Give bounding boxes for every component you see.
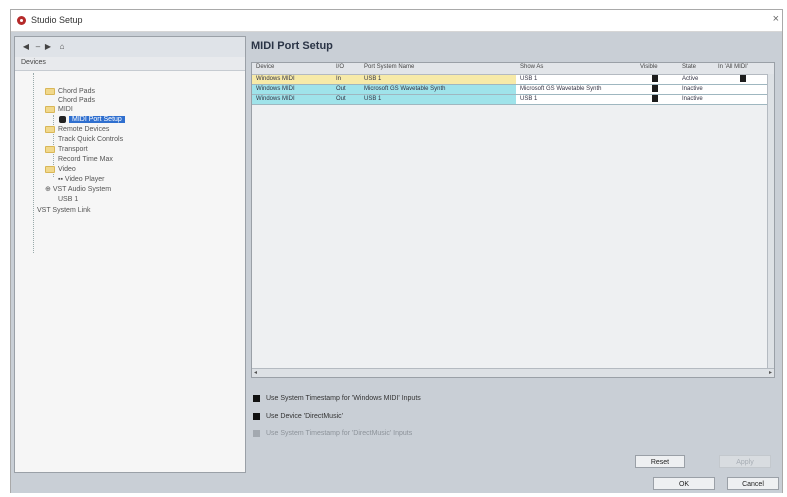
show-as-field[interactable]: Microsoft GS Wavetable Synth xyxy=(520,85,601,94)
table-row[interactable]: Windows MIDI Out USB 1 USB 1 Inactive xyxy=(252,95,774,105)
video-icon: ▪▪ xyxy=(58,176,65,183)
tree-item-vst-audio-system[interactable]: ⊕ VST Audio System xyxy=(45,185,111,195)
home-icon[interactable]: ⌂ xyxy=(55,42,69,52)
folder-icon xyxy=(45,145,55,153)
checkbox[interactable] xyxy=(253,412,260,420)
column-header-visible[interactable]: Visible xyxy=(640,64,658,70)
tree-item-track-quick-controls[interactable]: Track Quick Controls xyxy=(58,135,123,145)
folder-icon xyxy=(45,125,55,133)
audio-system-icon: ⊕ xyxy=(45,186,53,193)
row-editable-cells xyxy=(516,75,772,84)
horizontal-scrollbar[interactable]: ◂ ▸ xyxy=(252,368,774,377)
column-header-state[interactable]: State xyxy=(682,64,696,70)
tree-item-vst-system-link[interactable]: VST System Link xyxy=(37,206,91,216)
column-header-device[interactable]: Device xyxy=(256,64,274,70)
reset-button[interactable]: Reset xyxy=(635,455,685,468)
option-use-device-directmusic[interactable]: Use Device 'DirectMusic' xyxy=(253,412,343,422)
show-as-field[interactable]: USB 1 xyxy=(520,95,537,104)
tree-item-video-player[interactable]: ▪▪ Video Player xyxy=(58,175,105,185)
close-icon[interactable]: × xyxy=(773,13,779,25)
column-header-in-all-midi[interactable]: In 'All MIDI' xyxy=(718,64,748,70)
apply-button: Apply xyxy=(719,455,771,468)
table-header: Device I/O Port System Name Show As Visi… xyxy=(252,63,774,75)
table-row[interactable]: Windows MIDI In USB 1 USB 1 Active xyxy=(252,75,774,85)
page-title: MIDI Port Setup xyxy=(251,40,333,52)
folder-icon xyxy=(45,87,55,95)
dialog-footer: OK Cancel xyxy=(11,476,782,493)
visible-checkbox[interactable] xyxy=(652,85,658,92)
tree-item-remote-devices[interactable]: Remote Devices xyxy=(45,125,109,135)
devices-header: Devices xyxy=(15,57,245,71)
row-editable-cells xyxy=(516,95,772,104)
ok-button[interactable]: OK xyxy=(653,477,715,490)
checkbox[interactable] xyxy=(253,394,260,402)
tree-guide-line xyxy=(33,73,34,253)
table-row[interactable]: Windows MIDI Out Microsoft GS Wavetable … xyxy=(252,85,774,95)
scroll-left-icon[interactable]: ◂ xyxy=(254,369,257,377)
visible-checkbox[interactable] xyxy=(652,75,658,82)
folder-icon xyxy=(45,165,55,173)
cubase-app-icon xyxy=(17,16,26,25)
tree-item-midi-port-setup[interactable]: MIDI Port Setup xyxy=(59,115,125,125)
scroll-right-icon[interactable]: ▸ xyxy=(769,369,772,377)
studio-setup-window: Studio Setup × ◀ – ▶ ⌂ Devices Chord Pad… xyxy=(10,9,783,493)
forward-arrow-icon[interactable]: ▶ xyxy=(41,42,55,52)
checkbox xyxy=(253,429,260,437)
tree-item-record-time-max[interactable]: Record Time Max xyxy=(58,155,113,165)
vertical-scrollbar[interactable] xyxy=(767,74,774,371)
cancel-button[interactable]: Cancel xyxy=(727,477,779,490)
folder-icon xyxy=(45,105,55,113)
tree-item-video[interactable]: Video xyxy=(45,165,76,175)
midi-device-icon xyxy=(59,115,66,123)
tree-item-usb-1[interactable]: USB 1 xyxy=(58,195,78,205)
navigation-toolbar: ◀ – ▶ ⌂ xyxy=(15,37,245,58)
tree-item-midi[interactable]: MIDI xyxy=(45,105,73,115)
tree-item-transport[interactable]: Transport xyxy=(45,145,88,155)
in-all-midi-checkbox[interactable] xyxy=(740,75,746,82)
settings-panel: MIDI Port Setup Device I/O Port System N… xyxy=(251,36,779,473)
show-as-field[interactable]: USB 1 xyxy=(520,75,537,84)
option-system-timestamp-windows-midi[interactable]: Use System Timestamp for 'Windows MIDI' … xyxy=(253,394,421,404)
window-title: Studio Setup xyxy=(31,15,83,25)
visible-checkbox[interactable] xyxy=(652,95,658,102)
midi-port-table: Device I/O Port System Name Show As Visi… xyxy=(251,62,775,378)
column-header-io[interactable]: I/O xyxy=(336,64,344,70)
devices-panel: ◀ – ▶ ⌂ Devices Chord Pads Chord Pads MI… xyxy=(14,36,246,473)
title-bar: Studio Setup × xyxy=(11,10,782,32)
column-header-show-as[interactable]: Show As xyxy=(520,64,543,70)
option-system-timestamp-directmusic: Use System Timestamp for 'DirectMusic' I… xyxy=(253,429,412,439)
column-header-port-system-name[interactable]: Port System Name xyxy=(364,64,414,70)
